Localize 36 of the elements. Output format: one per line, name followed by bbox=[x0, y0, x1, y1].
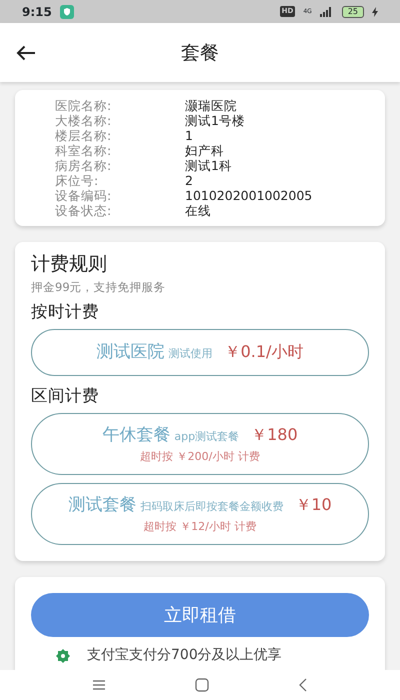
plan-option[interactable]: 午休套餐 app测试套餐 ￥180 超时按 ￥200/小时 计费 bbox=[31, 413, 369, 476]
shield-icon bbox=[60, 4, 74, 19]
section-heading: 按时计费 bbox=[31, 301, 100, 324]
deposit-note: 押金99元，支持免押服务 bbox=[31, 278, 167, 296]
plan-option[interactable]: 测试医院 测试使用 ￥0.1/小时 bbox=[31, 328, 369, 376]
info-label: 设备状态: bbox=[55, 203, 112, 218]
back-nav-button[interactable] bbox=[298, 678, 308, 692]
notice-text: 支付宝支付分700分及以上优享 bbox=[87, 646, 282, 666]
battery-icon: 25 bbox=[342, 6, 364, 18]
charging-icon bbox=[372, 6, 378, 17]
info-label: 设备编码: bbox=[55, 188, 112, 204]
info-value: 灏瑞医院 bbox=[185, 98, 237, 114]
back-button[interactable] bbox=[16, 44, 36, 61]
info-value: 2 bbox=[185, 173, 193, 188]
billing-title: 计费规则 bbox=[31, 252, 108, 278]
info-label: 床位号: bbox=[55, 173, 100, 188]
info-value: 妇产科 bbox=[185, 143, 224, 158]
rent-button[interactable]: 立即租借 bbox=[31, 593, 369, 638]
badge-icon bbox=[55, 648, 71, 664]
info-value: 1010202001002005 bbox=[185, 188, 312, 204]
home-button[interactable] bbox=[194, 678, 209, 692]
menu-button[interactable] bbox=[92, 679, 106, 692]
plan-option[interactable]: 测试套餐 扫码取床后即按套餐金额收费 ￥10 超时按 ￥12/小时 计费 bbox=[31, 483, 369, 546]
status-time: 9:15 bbox=[22, 4, 52, 21]
info-value: 测试1科 bbox=[185, 158, 232, 174]
info-value: 测试1号楼 bbox=[185, 113, 245, 128]
info-label: 病房名称: bbox=[55, 158, 112, 174]
info-value: 1 bbox=[185, 128, 193, 144]
info-value: 在线 bbox=[185, 203, 211, 218]
info-label: 大楼名称: bbox=[55, 113, 112, 128]
section-heading: 区间计费 bbox=[31, 385, 100, 408]
signal-icon bbox=[320, 6, 334, 17]
info-label: 科室名称: bbox=[55, 143, 112, 158]
page-title: 套餐 bbox=[181, 40, 219, 66]
info-label: 楼层名称: bbox=[55, 128, 112, 144]
info-label: 医院名称: bbox=[55, 98, 112, 114]
